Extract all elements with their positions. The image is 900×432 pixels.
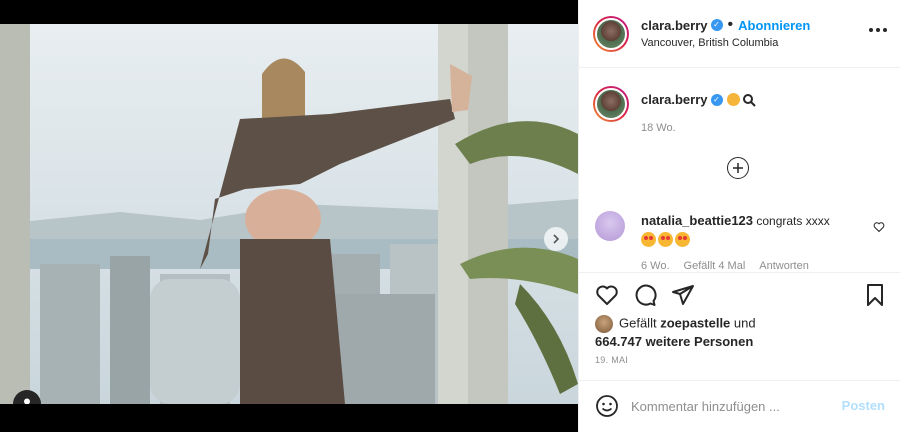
commenter-username[interactable]: natalia_beattie123 [641, 213, 753, 228]
comment-meta: 6 Wo. Gefällt 4 Mal Antworten [641, 260, 809, 272]
user-tag-icon [24, 398, 30, 404]
post-button[interactable]: Posten [842, 398, 885, 413]
caption-time: 18 Wo. [641, 122, 676, 134]
heart-icon[interactable] [595, 283, 619, 307]
follow-button[interactable]: Abonnieren [738, 18, 810, 33]
magnifier-emoji-icon [742, 93, 756, 107]
comment-input[interactable] [631, 395, 831, 417]
verified-icon: ✓ [710, 19, 723, 31]
heart-eyes-emoji-icon [675, 232, 690, 248]
liker-avatar[interactable] [595, 315, 613, 333]
caption-line: clara.berry ✓ [641, 92, 756, 107]
likes-others[interactable]: 664.747 weitere Personen [595, 334, 753, 349]
face-emoji-icon [726, 93, 740, 106]
more-options-icon[interactable] [869, 28, 887, 32]
post-media [0, 0, 578, 432]
instagram-post-modal: clara.berry ✓ • Abonnieren Vancouver, Br… [0, 0, 900, 432]
photo-illustration [0, 24, 578, 404]
caption-avatar[interactable] [593, 86, 629, 122]
add-comment-icon[interactable] [727, 157, 749, 179]
comment-likes-count[interactable]: Gefällt 4 Mal [684, 260, 746, 272]
post-photo[interactable] [0, 24, 578, 404]
bookmark-icon[interactable] [863, 283, 887, 307]
caption-username[interactable]: clara.berry [641, 92, 708, 107]
comment-composer: Posten [579, 380, 900, 432]
post-header: clara.berry ✓ • Abonnieren Vancouver, Br… [579, 0, 900, 68]
comment-emojis [641, 232, 830, 248]
comment-icon[interactable] [633, 283, 657, 307]
separator-dot: • [727, 16, 734, 33]
comment-time: 6 Wo. [641, 260, 670, 272]
likes-prefix: Gefällt [619, 315, 657, 331]
commenter-avatar[interactable] [595, 211, 625, 241]
verified-icon: ✓ [710, 93, 723, 106]
author-avatar[interactable] [593, 16, 629, 52]
post-sidebar: clara.berry ✓ • Abonnieren Vancouver, Br… [578, 0, 900, 432]
likes-suffix: und [733, 315, 756, 331]
author-username[interactable]: clara.berry [641, 18, 708, 33]
reply-button[interactable]: Antworten [759, 260, 809, 272]
next-slide-button[interactable] [544, 227, 568, 251]
comments-section: clara.berry ✓ 18 Wo. natalia_beattie123 … [579, 68, 900, 272]
chevron-right-icon [553, 234, 560, 244]
post-date: 19. MAI [595, 355, 629, 365]
comment-body: natalia_beattie123 congrats xxxx [641, 213, 830, 248]
post-location[interactable]: Vancouver, British Columbia [641, 37, 778, 49]
liker-username[interactable]: zoepastelle [660, 315, 730, 330]
comment-text: congrats xxxx [756, 214, 830, 228]
likes-summary: Gefällt zoepastelle und 664.747 weitere … [595, 315, 756, 349]
comment-like-icon[interactable] [873, 220, 885, 238]
action-icons [595, 283, 887, 309]
emoji-icon[interactable] [595, 394, 619, 418]
heart-eyes-emoji-icon [641, 232, 656, 248]
post-actions: Gefällt zoepastelle und 664.747 weitere … [579, 272, 900, 387]
author-line: clara.berry ✓ • Abonnieren [641, 16, 810, 34]
heart-eyes-emoji-icon [658, 232, 673, 248]
share-icon[interactable] [671, 283, 695, 307]
